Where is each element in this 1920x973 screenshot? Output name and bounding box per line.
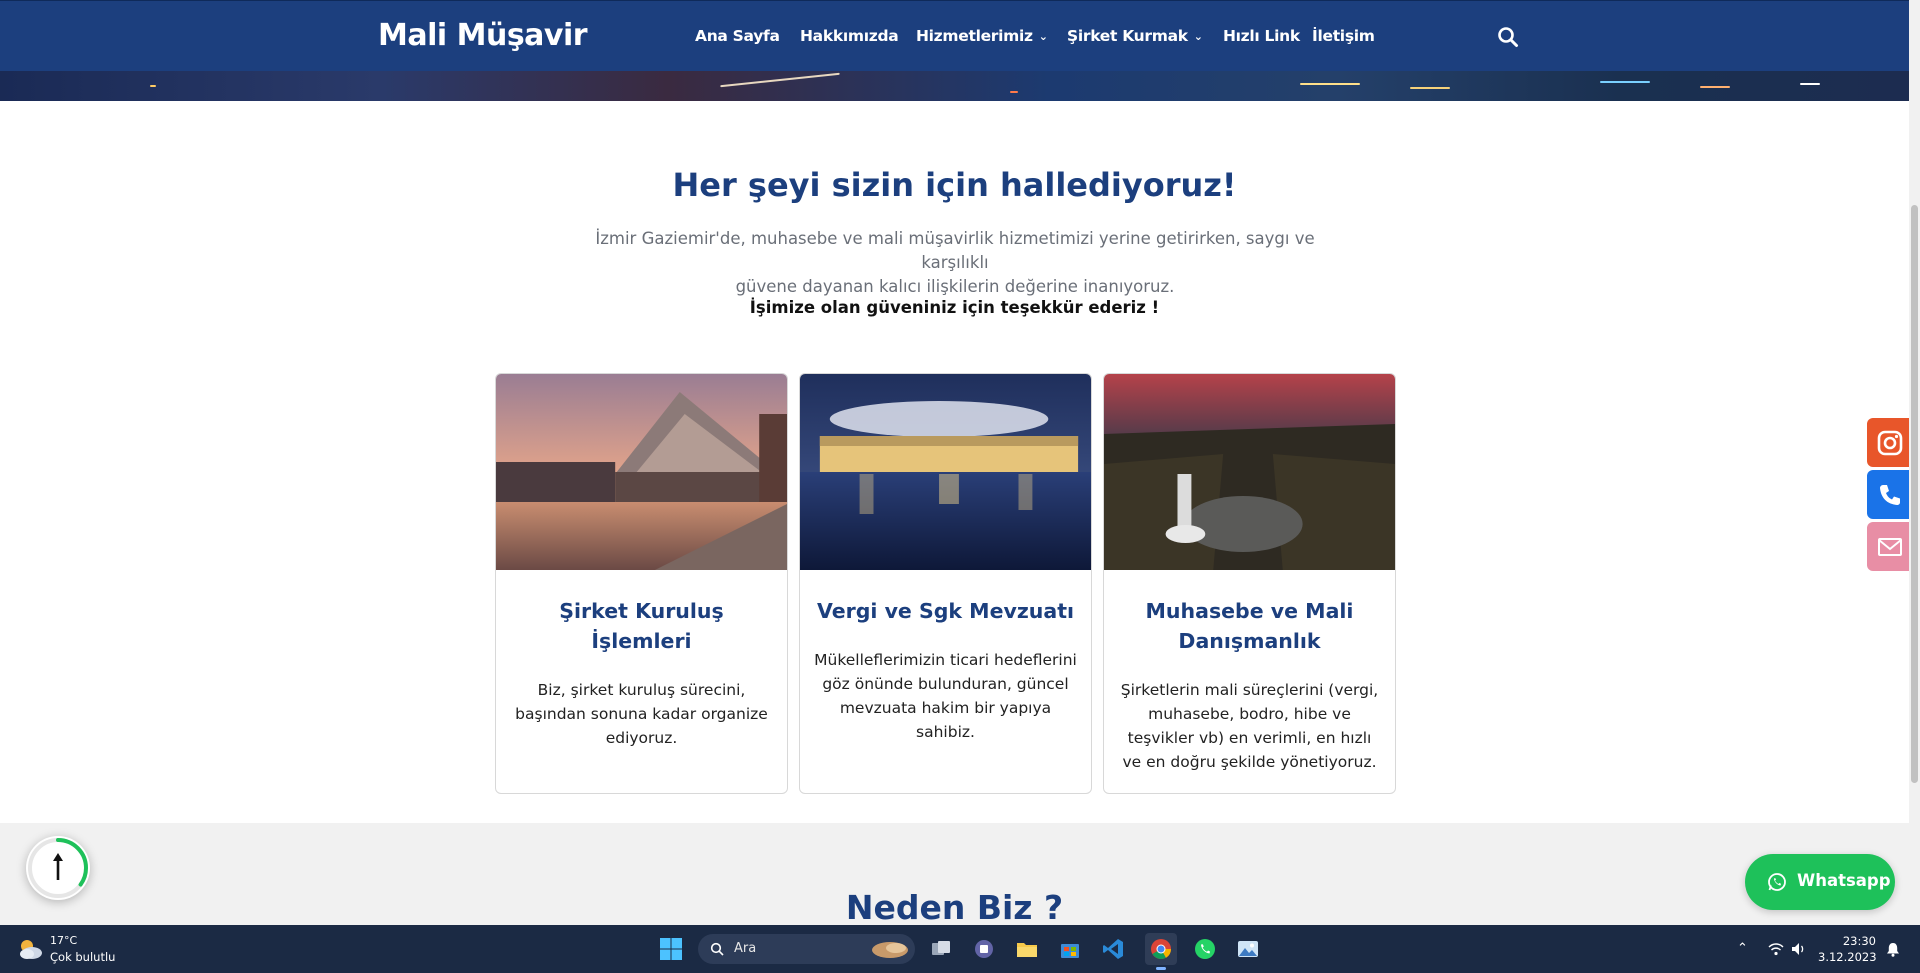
photos-icon[interactable] xyxy=(1232,933,1264,965)
wifi-icon[interactable] xyxy=(1768,942,1784,956)
nav-hakkimizda[interactable]: Hakkımızda xyxy=(800,27,899,45)
nav-iletisim[interactable]: İletişim xyxy=(1312,27,1375,45)
card-image-waterfall-canyon xyxy=(1104,374,1395,570)
mail-icon[interactable] xyxy=(1867,522,1909,571)
weather-description: Çok bulutlu xyxy=(50,950,116,964)
card-text: Şirketlerin mali süreçlerini (vergi, muh… xyxy=(1120,681,1379,771)
scroll-to-top-button[interactable] xyxy=(26,836,90,900)
card-text: Biz, şirket kuruluş sürecini, başından s… xyxy=(515,681,768,747)
clock-time[interactable]: 23:30 xyxy=(1826,934,1876,948)
search-icon[interactable] xyxy=(1497,26,1519,48)
clock-date[interactable]: 3.12.2023 xyxy=(1818,950,1877,964)
section-title: Her şeyi sizin için hallediyoruz! xyxy=(672,166,1237,204)
scrollbar-thumb[interactable] xyxy=(1911,205,1918,783)
windows-start-icon[interactable] xyxy=(659,937,683,961)
nav-label: Hakkımızda xyxy=(800,27,899,45)
chevron-down-icon: ⌄ xyxy=(1038,30,1048,43)
vscode-icon[interactable] xyxy=(1097,933,1129,965)
card-title: Muhasebe ve Mali Danışmanlık xyxy=(1145,599,1354,653)
browser-viewport: Mali Müşavir Ana Sayfa Hakkımızda Hizmet… xyxy=(0,0,1909,925)
nav-label: İletişim xyxy=(1312,27,1375,45)
microsoft-store-icon[interactable] xyxy=(1054,933,1086,965)
tray-chevron-up-icon[interactable]: ⌃ xyxy=(1737,941,1748,956)
intro-thanks: İşimize olan güveniniz için teşekkür ede… xyxy=(749,298,1160,317)
card-title: Şirket Kuruluş İşlemleri xyxy=(559,599,724,653)
nav-hizmetlerimiz[interactable]: Hizmetlerimiz ⌄ xyxy=(916,27,1048,45)
cloudy-weather-icon[interactable] xyxy=(16,936,44,962)
site-header: Mali Müşavir Ana Sayfa Hakkımızda Hizmet… xyxy=(0,0,1909,101)
notification-bell-icon[interactable] xyxy=(1886,942,1900,957)
card-image-night-harbor xyxy=(800,374,1091,570)
nav-ana-sayfa[interactable]: Ana Sayfa xyxy=(695,27,780,45)
arrow-up-icon xyxy=(53,853,63,880)
nav-label: Ana Sayfa xyxy=(695,27,780,45)
file-explorer-icon[interactable] xyxy=(1011,933,1043,965)
search-highlight-icon xyxy=(872,942,908,958)
intro-line: İzmir Gaziemir'de, muhasebe ve mali müşa… xyxy=(595,229,1315,272)
nav-label: Hızlı Link xyxy=(1223,27,1300,45)
search-placeholder: Ara xyxy=(734,941,757,956)
navbar: Mali Müşavir Ana Sayfa Hakkımızda Hizmet… xyxy=(0,0,1909,71)
page-scrollbar[interactable] xyxy=(1909,0,1920,925)
hero-image-strip xyxy=(0,71,1909,101)
task-view-icon[interactable] xyxy=(925,933,957,965)
chevron-down-icon: ⌄ xyxy=(1193,30,1203,43)
service-card[interactable]: Şirket Kuruluş İşlemleri Biz, şirket kur… xyxy=(495,373,788,794)
weather-temperature: 17°C xyxy=(50,934,78,947)
nav-label: Şirket Kurmak xyxy=(1067,27,1188,45)
card-image-fish-church xyxy=(496,374,787,570)
why-title: Neden Biz ? xyxy=(845,888,1064,925)
whatsapp-icon xyxy=(1768,873,1786,891)
instagram-icon[interactable] xyxy=(1867,418,1909,467)
volume-icon[interactable] xyxy=(1791,942,1807,956)
whatsapp-app-icon[interactable] xyxy=(1189,933,1221,965)
teams-icon[interactable] xyxy=(968,933,1000,965)
search-icon xyxy=(710,942,724,956)
chrome-icon[interactable] xyxy=(1145,933,1177,970)
service-card[interactable]: Muhasebe ve Mali Danışmanlık Şirketlerin… xyxy=(1103,373,1396,794)
site-logo[interactable]: Mali Müşavir xyxy=(378,18,588,53)
whatsapp-label: Whatsapp xyxy=(1797,871,1891,890)
card-text: Mükelleflerimizin ticari hedeflerini göz… xyxy=(814,651,1077,741)
nav-sirket-kurmak[interactable]: Şirket Kurmak ⌄ xyxy=(1067,27,1203,45)
windows-taskbar: 17°C Çok bulutlu Ara ⌃ 23:30 3.12.2023 xyxy=(0,925,1920,973)
nav-label: Hizmetlerimiz xyxy=(916,27,1033,45)
card-title: Vergi ve Sgk Mevzuatı xyxy=(816,599,1075,623)
taskbar-search-box[interactable]: Ara xyxy=(698,934,915,964)
intro-paragraph: İzmir Gaziemir'de, muhasebe ve mali müşa… xyxy=(590,227,1320,299)
intro-line: güvene dayanan kalıcı ilişkilerin değeri… xyxy=(735,277,1175,296)
phone-icon[interactable] xyxy=(1867,470,1909,519)
service-card[interactable]: Vergi ve Sgk Mevzuatı Mükelleflerimizin … xyxy=(799,373,1092,794)
nav-hizli-link[interactable]: Hızlı Link xyxy=(1223,27,1300,45)
whatsapp-button[interactable]: Whatsapp xyxy=(1745,854,1895,910)
